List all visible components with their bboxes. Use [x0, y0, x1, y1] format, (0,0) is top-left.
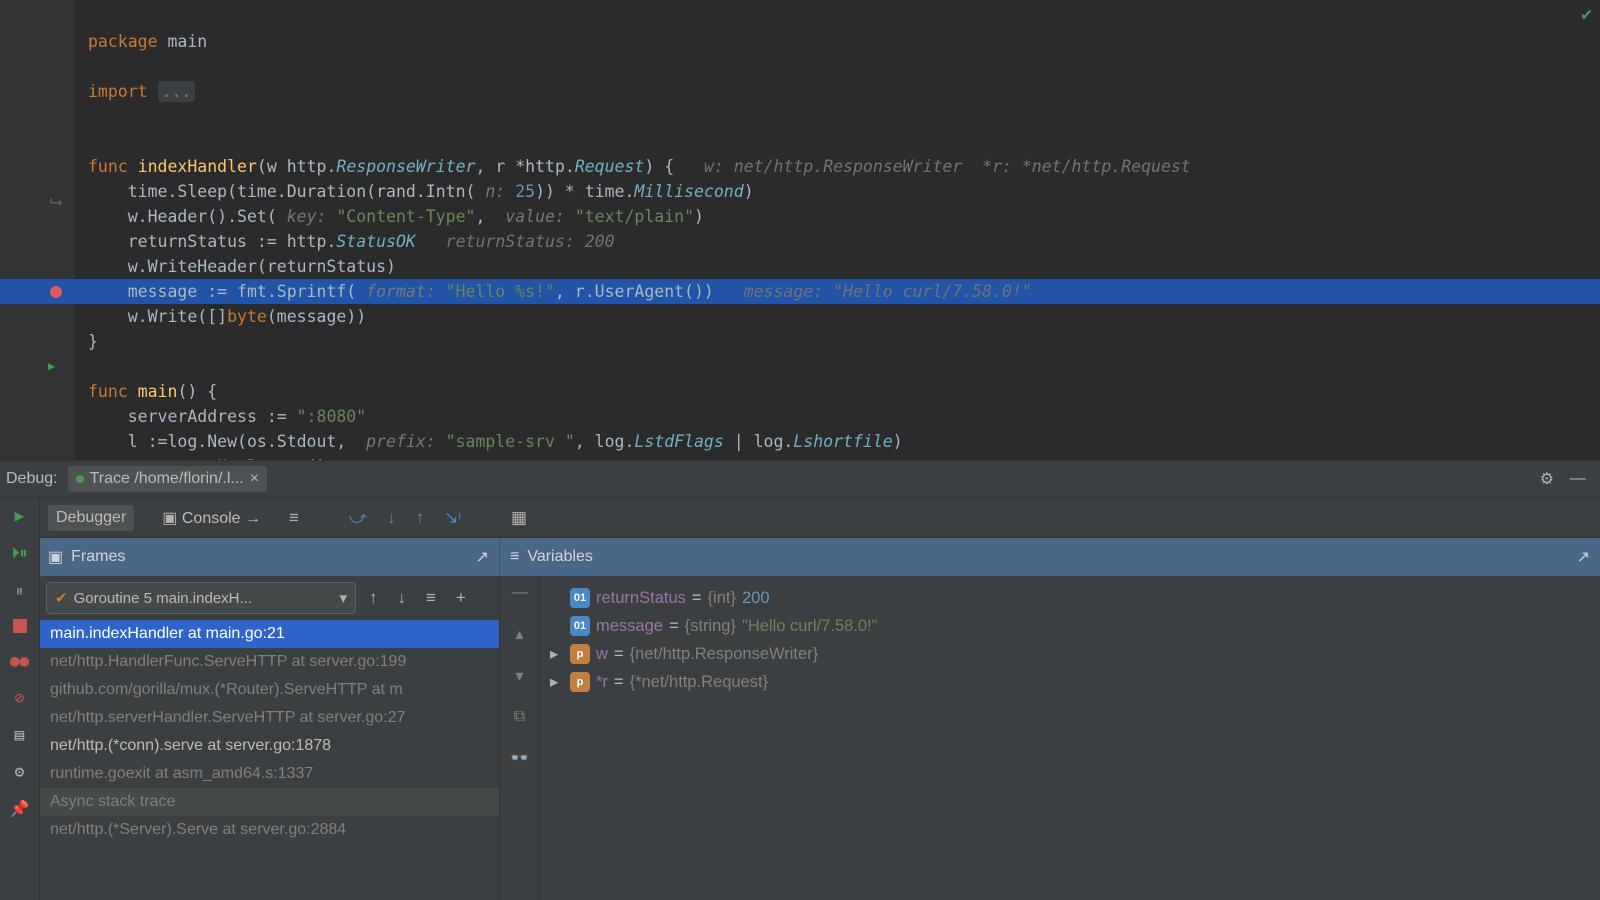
view-breakpoints-icon[interactable]: ●● [10, 651, 29, 670]
stack-frame[interactable]: net/http.(*Server).Serve at server.go:28… [40, 816, 499, 844]
primitive-badge-icon: 01 [570, 588, 590, 608]
pause-icon[interactable]: ⏸ [15, 581, 23, 601]
minimize-icon[interactable]: — [1570, 470, 1586, 488]
async-header: Async stack trace [40, 788, 499, 816]
check-icon: ✔ [55, 589, 68, 607]
prev-frame-icon[interactable]: ↑ [369, 588, 378, 608]
filter-frames-icon[interactable]: ≡ [426, 588, 436, 608]
goroutine-label: Goroutine 5 main.indexH... [74, 590, 252, 607]
frames-panel: ✔ Goroutine 5 main.indexH... ▾ ↑ ↓ ≡ + m… [40, 576, 500, 900]
debug-left-rail: ▶ ⏵⏸ ⏸ ●● ⊘ ▤ ⚙ 📌 [0, 498, 40, 900]
stack-frame[interactable]: github.com/gorilla/mux.(*Router).ServeHT… [40, 676, 499, 704]
frames-side-tools: — ▴ ▾ ⧉ 👓 [500, 576, 540, 900]
pin-icon[interactable]: 📌 [10, 799, 30, 818]
panels-header: ▣ Frames ↗ ≡ Variables ↗ [40, 538, 1600, 576]
frames-title: Frames [71, 548, 125, 566]
variables-restore-icon[interactable]: ↗ [1577, 547, 1590, 567]
variables-list-icon: ≡ [510, 548, 519, 566]
scroll-down-icon[interactable]: ▾ [515, 666, 523, 686]
debug-toolbar: Debugger ▣ Console → ≡ ⤻ ↓ ↑ ↘ᶦ ▦ [40, 498, 1600, 538]
variable-row[interactable]: ▸ p *r = {*net/http.Request} [550, 668, 1590, 696]
expand-icon[interactable]: ▸ [550, 672, 564, 692]
variables-panel: 01 returnStatus = {int} 200 01 message =… [540, 576, 1600, 900]
stack-frame[interactable]: net/http.HandlerFunc.ServeHTTP at server… [40, 648, 499, 676]
close-tab-icon[interactable]: × [250, 470, 259, 488]
settings-icon[interactable]: ⚙ [1540, 469, 1554, 489]
code-content: package main import ... func indexHandle… [88, 4, 1600, 460]
copy-icon[interactable]: ⧉ [514, 708, 525, 726]
stack-frame[interactable]: main.indexHandler at main.go:21 [40, 620, 499, 648]
pointer-badge-icon: p [570, 672, 590, 692]
next-frame-icon[interactable]: ↓ [398, 588, 407, 608]
stack-frame[interactable]: net/http.serverHandler.ServeHTTP at serv… [40, 704, 499, 732]
step-into-icon[interactable]: ↓ [387, 508, 396, 528]
add-frame-icon[interactable]: + [456, 588, 466, 608]
frames-stack-icon: ▣ [48, 547, 63, 567]
variable-row[interactable]: 01 message = {string} "Hello curl/7.58.0… [550, 612, 1590, 640]
evaluate-icon[interactable]: ▦ [511, 508, 527, 528]
variable-row[interactable]: 01 returnStatus = {int} 200 [550, 584, 1590, 612]
stack-frame[interactable]: net/http.(*conn).serve at server.go:1878 [40, 732, 499, 760]
breakpoint-marker[interactable] [50, 286, 62, 298]
layout-icon[interactable]: ▤ [15, 725, 25, 744]
pointer-badge-icon: p [570, 644, 590, 664]
expand-icon[interactable]: ▸ [550, 644, 564, 664]
rerun-icon[interactable]: ▶ [15, 506, 25, 525]
debug-label: Debug: [6, 470, 58, 488]
primitive-badge-icon: 01 [570, 616, 590, 636]
cursor-arrow-icon: ⮡ [50, 192, 63, 212]
console-tab[interactable]: ▣ Console → [154, 504, 269, 532]
run-gutter-icon[interactable]: ▶ [48, 359, 55, 373]
stop-icon[interactable] [13, 619, 27, 633]
running-dot-icon [76, 475, 84, 483]
view-icon[interactable]: 👓 [510, 748, 530, 768]
chevron-down-icon: ▾ [339, 589, 347, 607]
session-name: Trace /home/florin/.l... [90, 470, 244, 488]
debug-session-tab[interactable]: Trace /home/florin/.l... × [68, 466, 267, 492]
gutter [0, 0, 75, 460]
resume-icon[interactable]: ⏵⏸ [11, 543, 27, 563]
frames-restore-icon[interactable]: ↗ [476, 547, 489, 567]
debugger-tab[interactable]: Debugger [48, 505, 134, 531]
step-over-icon[interactable]: ⤻ [349, 508, 367, 528]
collapse-icon[interactable]: — [512, 584, 528, 602]
run-to-cursor-icon[interactable]: ↘ᶦ [444, 508, 461, 528]
step-out-icon[interactable]: ↑ [416, 508, 425, 528]
more-settings-icon[interactable]: ⚙ [15, 762, 25, 781]
scroll-up-icon[interactable]: ▴ [515, 624, 523, 644]
stack-frame[interactable]: runtime.goexit at asm_amd64.s:1337 [40, 760, 499, 788]
variable-row[interactable]: ▸ p w = {net/http.ResponseWriter} [550, 640, 1590, 668]
frame-list: main.indexHandler at main.go:21 net/http… [40, 620, 499, 900]
code-editor[interactable]: ▶ ⮡ ✔ package main import ... func index… [0, 0, 1600, 460]
variables-title: Variables [527, 548, 593, 566]
mute-breakpoints-icon[interactable]: ⊘ [15, 688, 25, 707]
threads-icon[interactable]: ≡ [289, 508, 299, 528]
debug-panel: ▶ ⏵⏸ ⏸ ●● ⊘ ▤ ⚙ 📌 Debugger ▣ Console → ≡… [0, 498, 1600, 900]
goroutine-select[interactable]: ✔ Goroutine 5 main.indexH... ▾ [46, 582, 356, 614]
debug-panel-header: Debug: Trace /home/florin/.l... × ⚙ — [0, 460, 1600, 498]
